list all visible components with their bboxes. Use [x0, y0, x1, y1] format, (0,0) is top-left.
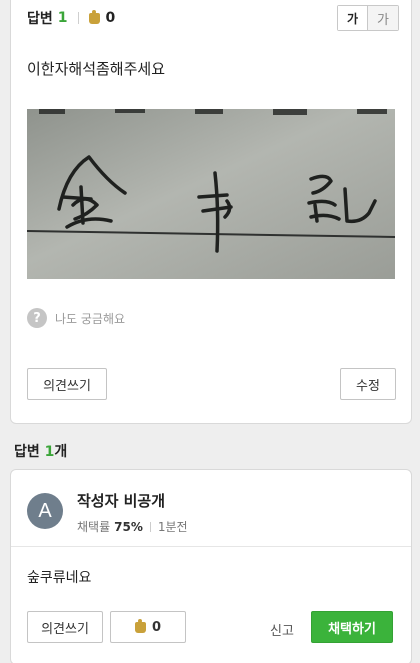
font-size-small-button[interactable]: 가 [368, 6, 398, 30]
answer-comment-button[interactable]: 의견쓰기 [27, 611, 103, 643]
question-like-count: 0 [105, 10, 116, 26]
curious-button[interactable]: ? 나도 궁금해요 [27, 308, 125, 328]
elapsed-time: 1분전 [157, 520, 188, 534]
avatar: A [27, 493, 63, 529]
question-title: 이한자해석좀해주세요 [27, 60, 166, 78]
adoption-label: 채택률 [77, 520, 111, 534]
report-link[interactable]: 신고 [270, 620, 294, 639]
edit-button[interactable]: 수정 [340, 368, 396, 400]
adoption-rate: 75% [114, 519, 143, 534]
select-answer-button[interactable]: 채택하기 [311, 611, 393, 643]
answer-meta: 채택률 75% 1분전 [77, 518, 188, 535]
font-size-large-button[interactable]: 가 [338, 6, 368, 30]
author-name: 작성자 비공개 [77, 492, 166, 510]
divider [77, 12, 79, 24]
answers-label: 답변 [27, 11, 53, 27]
thumbs-up-icon [134, 618, 146, 633]
divider [11, 546, 411, 547]
curious-label: 나도 궁금해요 [55, 311, 126, 326]
question-circle-icon: ? [27, 308, 47, 328]
divider [149, 521, 151, 532]
thumbs-up-icon [88, 9, 100, 24]
answer-card: A 작성자 비공개 채택률 75% 1분전 숲쿠류네요 의견쓰기 0 신고 채택… [10, 469, 412, 663]
comment-button[interactable]: 의견쓰기 [27, 368, 107, 400]
answer-like-button[interactable]: 0 [110, 611, 186, 643]
handwriting-photo [27, 109, 395, 279]
answer-like-count: 0 [151, 619, 162, 635]
section-count: 1 [44, 444, 55, 460]
answer-text: 숲쿠류네요 [27, 570, 92, 586]
question-header: 답변 1 0 가 가 [27, 5, 399, 31]
section-suffix: 개 [54, 444, 68, 460]
answers-count: 1 [57, 10, 68, 26]
font-size-switch: 가 가 [337, 5, 399, 31]
answers-section-title: 답변 1개 [14, 441, 67, 461]
section-label: 답변 [14, 444, 40, 460]
question-card: 답변 1 0 가 가 이한자해석좀해주세요 ? 나도 궁금해요 의견쓰기 수정 [10, 0, 412, 424]
